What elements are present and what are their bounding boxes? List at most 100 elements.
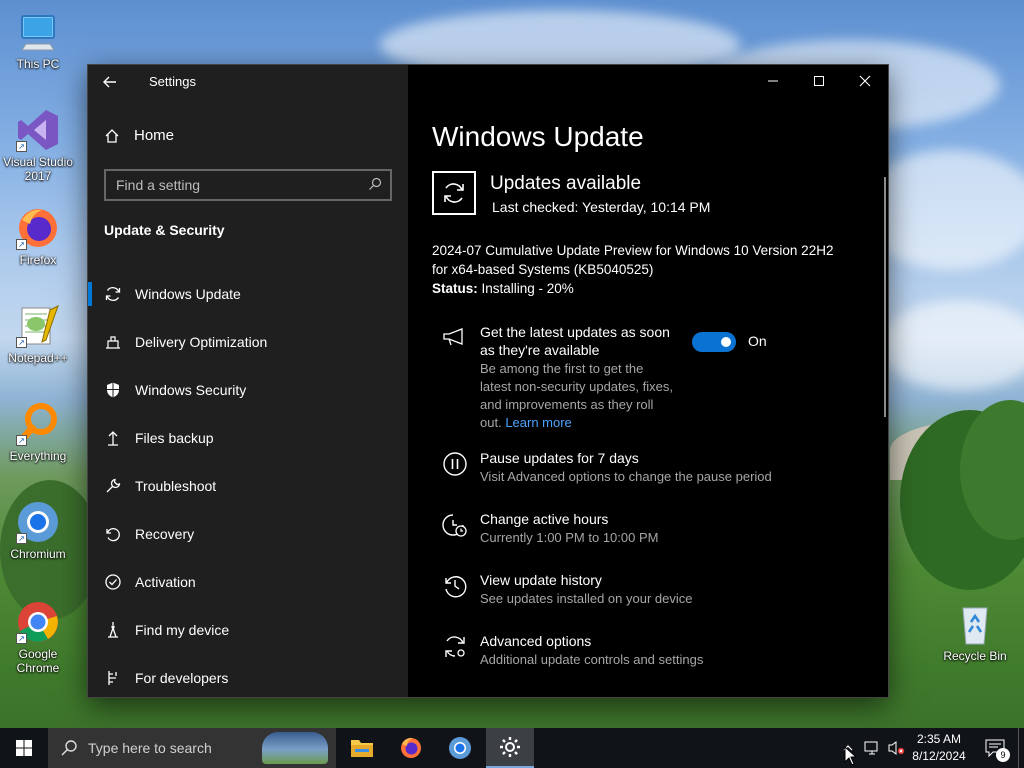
desktop-icon-chromium[interactable]: ↗ Chromium — [0, 500, 76, 561]
close-icon — [859, 75, 871, 87]
sidebar-item-troubleshoot[interactable]: Troubleshoot — [88, 462, 408, 510]
learn-more-link[interactable]: Learn more — [505, 415, 571, 430]
advanced-sync-gear-icon — [442, 634, 468, 660]
recycle-bin-icon — [953, 602, 997, 646]
settings-window: Settings Home Find a setting Update & Se… — [88, 65, 888, 697]
desktop-icon-firefox[interactable]: ↗ Firefox — [0, 206, 76, 267]
pause-updates-option[interactable]: Pause updates for 7 days Visit Advanced … — [442, 449, 862, 489]
settings-sidebar: Settings Home Find a setting Update & Se… — [88, 65, 408, 697]
search-placeholder: Find a setting — [116, 177, 201, 193]
update-status-line: Status: Installing - 20% — [432, 279, 872, 298]
advanced-options-option[interactable]: Advanced options Additional update contr… — [442, 632, 862, 672]
back-button[interactable] — [102, 71, 124, 93]
desktop-icon-label: Google Chrome — [16, 647, 60, 675]
clock-schedule-icon — [442, 512, 468, 538]
gear-icon — [500, 737, 520, 757]
notepadpp-icon: ↗ — [16, 304, 60, 348]
chromium-icon: ↗ — [16, 500, 60, 544]
desktop-icon-google-chrome[interactable]: ↗ Google Chrome — [0, 600, 76, 675]
developer-icon — [104, 669, 122, 687]
desktop-icon-label: Recycle Bin — [943, 649, 1007, 663]
taskbar: Type here to search 2:35 AM 8/12/2024 9 — [0, 728, 1024, 768]
desktop-icon-recycle-bin[interactable]: Recycle Bin — [937, 602, 1013, 663]
sidebar-item-activation[interactable]: Activation — [88, 558, 408, 606]
settings-search-input[interactable]: Find a setting — [104, 169, 392, 201]
action-center-button[interactable]: 9 — [984, 738, 1010, 762]
sidebar-item-delivery-optimization[interactable]: Delivery Optimization — [88, 318, 408, 366]
update-status: Updates available Last checked: Yesterda… — [432, 171, 872, 221]
desktop-icon-label: Everything — [9, 449, 67, 463]
shield-icon — [104, 381, 122, 399]
network-tray-button[interactable] — [862, 738, 882, 758]
sidebar-item-label: Find my device — [135, 622, 230, 638]
delivery-icon — [104, 333, 122, 351]
desktop-icon-label: Notepad++ — [8, 351, 68, 365]
sidebar-item-label: Recovery — [135, 526, 195, 542]
recovery-icon — [104, 525, 122, 543]
taskbar-settings[interactable] — [486, 728, 534, 768]
desktop-icon-notepadpp[interactable]: ↗ Notepad++ — [0, 304, 76, 365]
pause-icon — [442, 451, 468, 477]
taskbar-firefox[interactable] — [387, 728, 435, 768]
scrollbar[interactable] — [884, 177, 886, 417]
maximize-icon — [814, 76, 824, 86]
status-heading: Updates available — [490, 173, 642, 194]
find-device-icon — [104, 621, 122, 639]
sidebar-item-windows-update[interactable]: Windows Update — [88, 270, 408, 318]
desktop-icon-label: Chromium — [10, 547, 66, 561]
taskbar-file-explorer[interactable] — [338, 728, 386, 768]
sidebar-item-find-my-device[interactable]: Find my device — [88, 606, 408, 654]
update-name-line2: for x64-based Systems (KB5040525) — [432, 262, 654, 277]
home-label: Home — [134, 127, 175, 144]
sidebar-item-windows-security[interactable]: Windows Security — [88, 366, 408, 414]
volume-muted-icon — [888, 741, 905, 755]
taskbar-chromium[interactable] — [436, 728, 484, 768]
taskbar-clock[interactable]: 2:35 AM 8/12/2024 — [908, 731, 970, 765]
computer-icon — [16, 10, 60, 54]
windows-logo-icon — [16, 740, 32, 756]
megaphone-icon — [442, 325, 468, 351]
sidebar-item-label: For developers — [135, 670, 229, 686]
latest-updates-option: Get the latest updates as soon as they'r… — [442, 323, 862, 433]
firefox-icon: ↗ — [16, 206, 60, 250]
sidebar-item-for-developers[interactable]: For developers — [88, 654, 408, 702]
mouse-cursor-icon — [844, 746, 858, 766]
chrome-icon: ↗ — [16, 600, 60, 644]
volume-tray-button[interactable] — [886, 738, 906, 758]
desktop-icon-everything[interactable]: ↗ Everything — [0, 402, 76, 463]
sidebar-item-recovery[interactable]: Recovery — [88, 510, 408, 558]
active-hours-option[interactable]: Change active hours Currently 1:00 PM to… — [442, 510, 862, 550]
home-nav[interactable]: Home — [104, 127, 174, 144]
section-title: Update & Security — [104, 222, 225, 238]
settings-nav: Windows Update Delivery Optimization Win… — [88, 270, 408, 702]
taskbar-search-placeholder: Type here to search — [88, 740, 212, 756]
clock-date: 8/12/2024 — [912, 749, 966, 763]
update-sync-icon — [432, 171, 476, 215]
latest-updates-desc: Be among the first to get the latest non… — [480, 361, 673, 430]
latest-updates-title: Get the latest updates as soon as they'r… — [480, 324, 670, 358]
clock-time: 2:35 AM — [916, 732, 962, 746]
desktop-icon-this-pc[interactable]: This PC — [0, 10, 76, 71]
desktop-icon-label: Visual Studio 2017 — [3, 155, 73, 183]
home-icon — [105, 128, 119, 143]
desktop-icon-visual-studio[interactable]: ↗ Visual Studio 2017 — [0, 108, 76, 183]
maximize-button[interactable] — [796, 65, 842, 97]
latest-updates-toggle[interactable] — [692, 332, 736, 352]
sidebar-item-files-backup[interactable]: Files backup — [88, 414, 408, 462]
sidebar-item-label: Windows Security — [135, 382, 247, 398]
chromium-icon — [449, 737, 471, 759]
update-history-option[interactable]: View update history See updates installe… — [442, 571, 862, 611]
show-desktop-button[interactable] — [1018, 728, 1024, 768]
start-button[interactable] — [0, 728, 48, 768]
close-button[interactable] — [842, 65, 888, 97]
status-value: Installing - 20% — [477, 281, 574, 296]
status-label: Status: — [432, 281, 478, 296]
sidebar-item-label: Troubleshoot — [135, 478, 217, 494]
app-title: Settings — [149, 74, 196, 89]
taskbar-search-box[interactable]: Type here to search — [48, 728, 336, 768]
sync-icon — [104, 285, 122, 303]
sidebar-item-label: Delivery Optimization — [135, 334, 268, 350]
sidebar-item-label: Windows Update — [135, 286, 241, 302]
minimize-button[interactable] — [750, 65, 796, 97]
arrow-left-icon — [103, 76, 116, 88]
